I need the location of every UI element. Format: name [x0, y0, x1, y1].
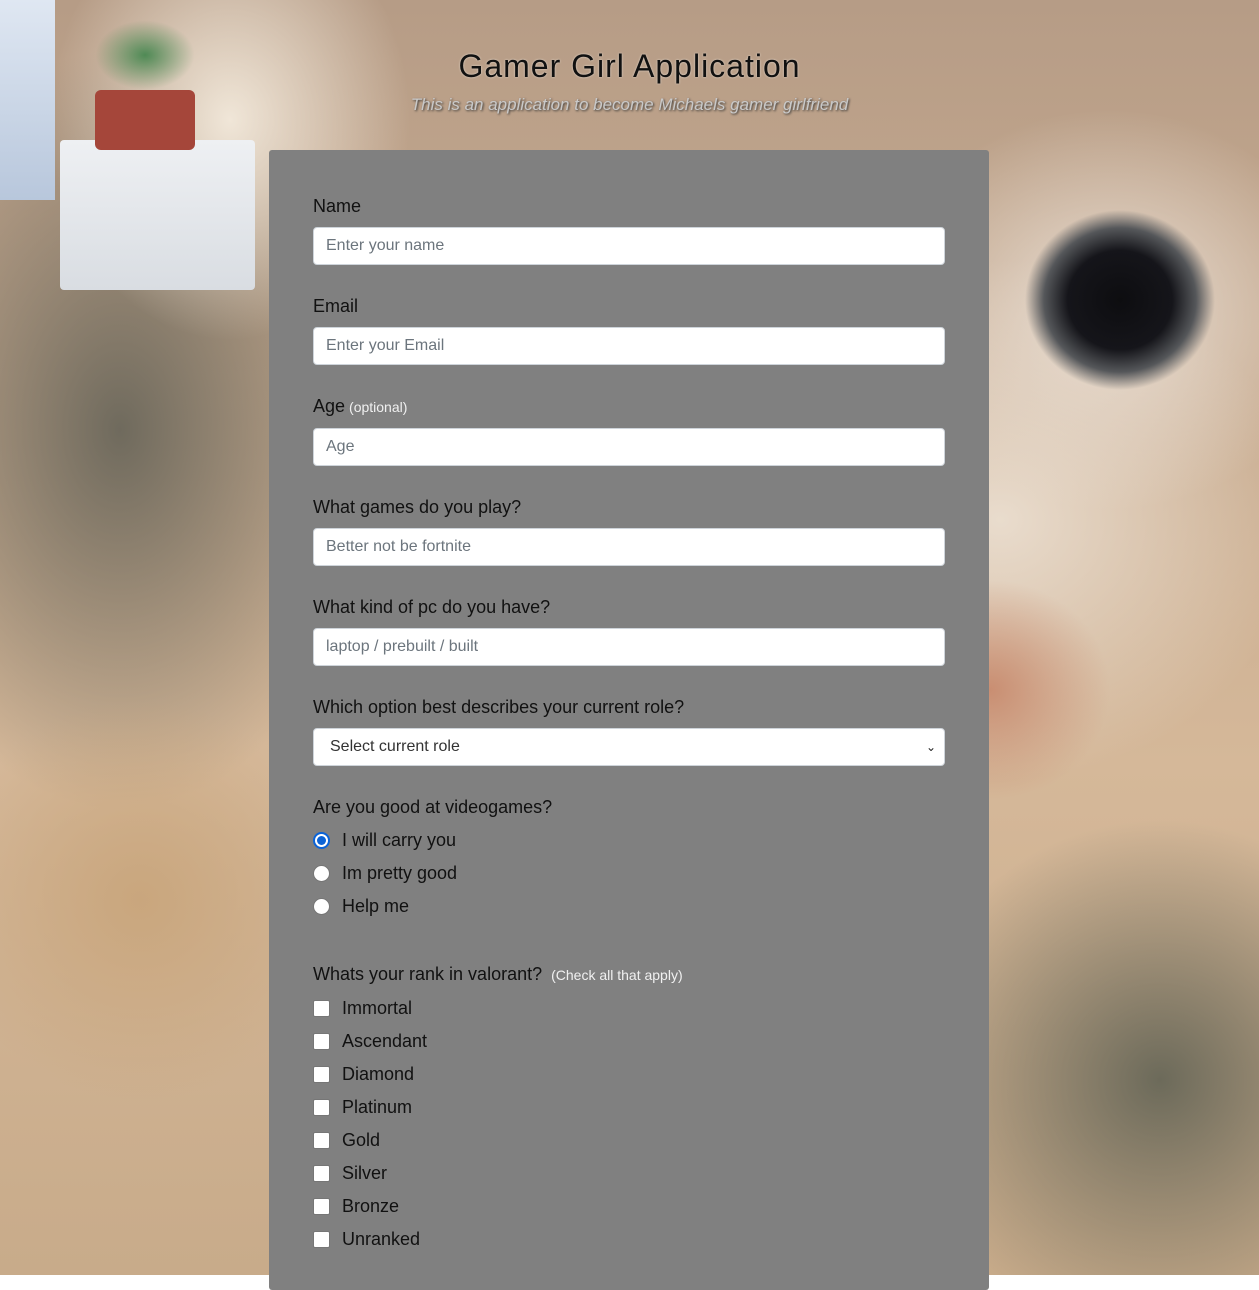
- rank-label: Whats your rank in valorant? (Check all t…: [313, 963, 945, 986]
- rank-option[interactable]: Immortal: [313, 992, 945, 1025]
- age-label-text: Age: [313, 396, 346, 416]
- email-label: Email: [313, 296, 359, 316]
- rank-option[interactable]: Platinum: [313, 1091, 945, 1124]
- role-select-value: Select current role: [330, 738, 460, 755]
- chevron-down-icon: ⌄: [925, 740, 936, 754]
- rank-label-text: Whats your rank in valorant?: [313, 964, 543, 984]
- checkbox[interactable]: [313, 1165, 330, 1182]
- checkbox[interactable]: [313, 1231, 330, 1248]
- email-input[interactable]: [313, 327, 945, 365]
- role-select[interactable]: Select current role ⌄: [313, 728, 945, 766]
- name-label: Name: [313, 196, 362, 216]
- pc-field-group: What kind of pc do you have?: [313, 596, 945, 666]
- name-field-group: Name: [313, 195, 945, 265]
- rank-option-label: Unranked: [342, 1229, 421, 1249]
- checkbox[interactable]: [313, 1132, 330, 1149]
- role-label: Which option best describes your current…: [313, 697, 685, 717]
- pc-input[interactable]: [313, 628, 945, 666]
- name-input[interactable]: [313, 227, 945, 265]
- rank-option[interactable]: Unranked: [313, 1223, 945, 1256]
- background-shelf: [60, 140, 255, 290]
- age-input[interactable]: [313, 428, 945, 466]
- rank-option-label: Silver: [342, 1163, 388, 1183]
- skill-option[interactable]: Help me: [313, 890, 945, 923]
- radio-button[interactable]: [313, 898, 330, 915]
- checkbox[interactable]: [313, 1198, 330, 1215]
- skill-option-label: Im pretty good: [342, 863, 458, 883]
- checkbox[interactable]: [313, 1099, 330, 1116]
- checkbox[interactable]: [313, 1000, 330, 1017]
- age-field-group: Age (optional): [313, 395, 945, 466]
- rank-option-label: Platinum: [342, 1097, 413, 1117]
- rank-field-group: Whats your rank in valorant? (Check all t…: [313, 963, 945, 1256]
- pc-label: What kind of pc do you have?: [313, 597, 551, 617]
- application-form: Name Email Age(optional) What games do y…: [313, 195, 945, 1256]
- rank-option-label: Bronze: [342, 1196, 400, 1216]
- games-input[interactable]: [313, 528, 945, 566]
- role-field-group: Which option best describes your current…: [313, 696, 945, 766]
- age-optional-note: (optional): [349, 399, 408, 415]
- radio-button[interactable]: [313, 832, 330, 849]
- skill-label: Are you good at videogames?: [313, 797, 553, 817]
- rank-option[interactable]: Diamond: [313, 1058, 945, 1091]
- checkbox[interactable]: [313, 1066, 330, 1083]
- skill-field-group: Are you good at videogames? I will carry…: [313, 796, 945, 923]
- rank-option-label: Ascendant: [342, 1031, 428, 1051]
- page-title: Gamer Girl Application: [458, 48, 801, 84]
- rank-option-label: Gold: [342, 1130, 381, 1150]
- skill-option[interactable]: I will carry you: [313, 824, 945, 857]
- games-label: What games do you play?: [313, 497, 522, 517]
- rank-option-label: Diamond: [342, 1064, 415, 1084]
- page-subtitle: This is an application to become Michael…: [410, 95, 849, 114]
- radio-button[interactable]: [313, 865, 330, 882]
- form-card: Name Email Age(optional) What games do y…: [269, 150, 989, 1290]
- email-field-group: Email: [313, 295, 945, 365]
- rank-option[interactable]: Bronze: [313, 1190, 945, 1223]
- skill-option-label: Help me: [342, 896, 410, 916]
- skill-option[interactable]: Im pretty good: [313, 857, 945, 890]
- games-field-group: What games do you play?: [313, 496, 945, 566]
- skill-option-label: I will carry you: [342, 830, 457, 850]
- checkbox[interactable]: [313, 1033, 330, 1050]
- age-label: Age (optional): [313, 395, 945, 418]
- rank-option[interactable]: Ascendant: [313, 1025, 945, 1058]
- rank-hint: (Check all that apply): [551, 967, 683, 983]
- page-header: Gamer Girl Application This is an applic…: [0, 48, 1259, 115]
- rank-option[interactable]: Silver: [313, 1157, 945, 1190]
- rank-option-label: Immortal: [342, 998, 413, 1018]
- rank-option[interactable]: Gold: [313, 1124, 945, 1157]
